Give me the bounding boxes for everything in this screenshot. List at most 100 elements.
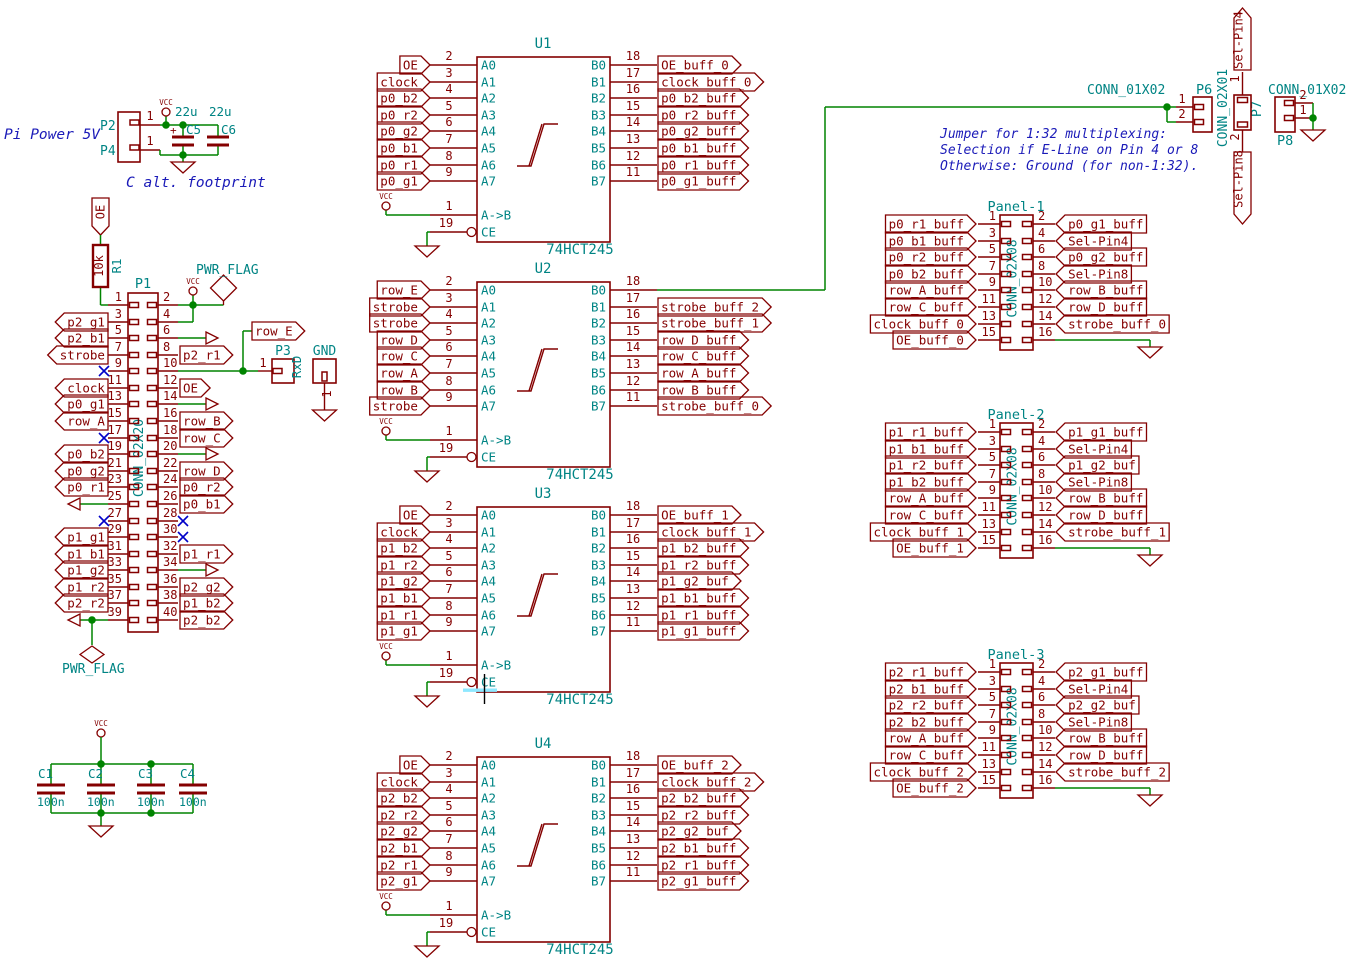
net-label-row_D[interactable]: row_D	[180, 462, 233, 480]
net-label-p1_b2[interactable]: p1_b2	[180, 594, 233, 612]
connector-p3[interactable]: 1P3RxD	[258, 344, 304, 383]
connector-Panel-2[interactable]: Panel-2CONN_02X0813579111315246810121416	[978, 407, 1055, 558]
resistor-r1[interactable]: 10kR1	[92, 245, 124, 287]
net-label-strobe_buff_2[interactable]: strobe_buff_2	[1056, 763, 1169, 781]
vcc-symbol[interactable]: VCC	[379, 642, 393, 660]
net-label-Sel-Pin4-vertical[interactable]: Sel-Pin4	[1232, 8, 1252, 70]
vcc-symbol[interactable]: VCC	[186, 277, 200, 295]
cap-c3[interactable]: C3100n	[137, 766, 165, 809]
net-label-clock_buff_2[interactable]: clock_buff_2	[870, 763, 976, 781]
ic-U1[interactable]: U174HCT2452A03A14A25A36A47A58A69A718B017…	[430, 36, 657, 258]
net-label-row_A_buff[interactable]: row_A_buff	[886, 729, 977, 747]
net-label-clock_buff_0[interactable]: clock_buff_0	[870, 315, 976, 333]
net-label-OE[interactable]: OE	[400, 756, 430, 774]
net-label-clock[interactable]: clock	[377, 73, 430, 91]
net-label-row_A_buff[interactable]: row_A_buff	[886, 281, 977, 299]
net-label-p1_r2_buff[interactable]: p1_r2_buff	[886, 456, 977, 474]
net-label-clock[interactable]: clock	[377, 523, 430, 541]
net-label-row_B_buff[interactable]: row_B_buff	[1056, 729, 1147, 747]
net-label-p0_g2_buff[interactable]: p0_g2_buff	[658, 122, 749, 140]
vcc-symbol[interactable]: VCC	[379, 892, 393, 910]
net-label-p0_g1[interactable]: p0_g1	[377, 172, 430, 190]
ic-U3[interactable]: U374HCT2452A03A14A25A36A47A58A69A718B017…	[430, 486, 657, 708]
net-label-p1_g1[interactable]: p1_g1	[377, 622, 430, 640]
net-label-p2_r1_buff[interactable]: p2_r1_buff	[886, 663, 977, 681]
connector-p7[interactable]: CONN_02X01P712	[1216, 69, 1265, 152]
net-label-p1_g2[interactable]: p1_g2	[377, 572, 430, 590]
net-label-p2_g2_buf[interactable]: p2_g2_buf	[658, 822, 741, 840]
empty-arrow-label[interactable]	[206, 332, 218, 344]
net-label-p0_r2_buff[interactable]: p0_r2_buff	[658, 106, 749, 124]
net-label-p2_g1[interactable]: p2_g1	[55, 313, 108, 331]
net-label-Sel-Pin8[interactable]: Sel-Pin8	[1056, 473, 1131, 491]
net-label-strobe[interactable]: strobe	[48, 346, 108, 364]
wires-decoupling[interactable]	[51, 737, 193, 826]
net-label-clock[interactable]: clock	[377, 773, 430, 791]
net-label-p0_g2[interactable]: p0_g2	[377, 122, 430, 140]
net-label-clock_buff_1[interactable]: clock_buff_1	[870, 523, 976, 541]
wire-Panel-2-gnd[interactable]	[1055, 548, 1150, 555]
net-label-OE[interactable]: OE	[400, 56, 430, 74]
net-label-p0_g1_buff[interactable]: p0_g1_buff	[658, 172, 749, 190]
net-label-row_C_buff[interactable]: row_C_buff	[658, 347, 749, 365]
net-label-p2_b1[interactable]: p2_b1	[55, 329, 108, 347]
empty-arrow-label[interactable]	[68, 498, 80, 510]
net-label-OE_buff_1[interactable]: OE_buff_1	[658, 506, 741, 524]
connector-p1[interactable]: P1CONN_02X201357911131517192123252729313…	[108, 276, 178, 632]
net-label-p1_g1_buff[interactable]: p1_g1_buff	[1056, 423, 1147, 441]
cap-c1[interactable]: C1100n	[37, 766, 65, 809]
net-label-clock_buff_0[interactable]: clock_buff_0	[658, 73, 764, 91]
net-label-p1_r1[interactable]: p1_r1	[180, 545, 233, 563]
net-label-p2_b2_buff[interactable]: p2_b2_buff	[658, 789, 749, 807]
connector-Panel-3[interactable]: Panel-3CONN_02X0813579111315246810121416	[978, 647, 1055, 798]
vcc-symbol[interactable]: VCC	[379, 192, 393, 210]
net-label-OE-vertical[interactable]: OE	[92, 198, 109, 235]
cap-c5[interactable]: +C522u	[170, 104, 201, 145]
cap-c2[interactable]: C2100n	[87, 766, 115, 809]
connector-p8[interactable]: CONN_01X02P821	[1268, 83, 1346, 149]
net-label-p1_g2_buf[interactable]: p1_g2_buf	[658, 572, 741, 590]
net-label-p0_b2_buff[interactable]: p0_b2_buff	[886, 265, 977, 283]
net-label-row_D_buff[interactable]: row_D_buff	[1056, 506, 1147, 524]
empty-arrow-label[interactable]	[206, 398, 218, 410]
wire-p1-vcc[interactable]	[178, 295, 224, 322]
net-label-OE_buff_2[interactable]: OE_buff_2	[893, 779, 976, 797]
wire-Panel-1-gnd[interactable]	[1055, 340, 1150, 347]
net-label-p0_b2[interactable]: p0_b2	[377, 89, 430, 107]
net-label-p0_g1_buff[interactable]: p0_g1_buff	[1056, 215, 1147, 233]
net-label-p1_b2_buff[interactable]: p1_b2_buff	[658, 539, 749, 557]
wires-U3[interactable]	[386, 660, 430, 696]
net-label-strobe[interactable]: strobe	[370, 298, 430, 316]
pwr-flag[interactable]: PWR_FLAG	[196, 263, 259, 301]
net-label-p0_r1[interactable]: p0_r1	[55, 478, 108, 496]
net-label-p0_r2[interactable]: p0_r2	[377, 106, 430, 124]
net-label-p0_b1[interactable]: p0_b1	[377, 139, 430, 157]
net-label-p1_r2[interactable]: p1_r2	[377, 556, 430, 574]
net-label-OE_buff_0[interactable]: OE_buff_0	[658, 56, 741, 74]
net-label-p0_b1_buff[interactable]: p0_b1_buff	[658, 139, 749, 157]
connector-Panel-1[interactable]: Panel-1CONN_02X0813579111315246810121416	[978, 199, 1055, 350]
cap-c4[interactable]: C4100n	[179, 766, 207, 809]
net-label-row_E[interactable]: row_E	[252, 322, 305, 340]
empty-arrow-label[interactable]	[206, 564, 218, 576]
net-label-p0_r2_buff[interactable]: p0_r2_buff	[886, 248, 977, 266]
net-label-row_C[interactable]: row_C	[377, 347, 430, 365]
net-label-p1_g1[interactable]: p1_g1	[55, 528, 108, 546]
net-label-clock_buff_1[interactable]: clock_buff_1	[658, 523, 764, 541]
net-label-p0_b1_buff[interactable]: p0_b1_buff	[886, 232, 977, 250]
net-label-p0_b2[interactable]: p0_b2	[55, 445, 108, 463]
net-label-row_D_buff[interactable]: row_D_buff	[658, 331, 749, 349]
empty-arrow-label[interactable]	[206, 448, 218, 460]
net-label-p0_r1_buff[interactable]: p0_r1_buff	[658, 156, 749, 174]
net-label-p1_r1_buff[interactable]: p1_r1_buff	[658, 606, 749, 624]
net-label-p2_r2_buff[interactable]: p2_r2_buff	[886, 696, 977, 714]
net-label-row_E[interactable]: row_E	[377, 281, 430, 299]
net-label-p0_b2_buff[interactable]: p0_b2_buff	[658, 89, 749, 107]
net-label-row_C_buff[interactable]: row_C_buff	[886, 746, 977, 764]
net-label-Sel-Pin8[interactable]: Sel-Pin8	[1056, 265, 1131, 283]
vcc-symbol[interactable]: VCC	[379, 417, 393, 435]
net-label-strobe[interactable]: strobe	[370, 397, 430, 415]
net-label-p1_r1_buff[interactable]: p1_r1_buff	[886, 423, 977, 441]
net-label-row_C[interactable]: row_C	[180, 429, 233, 447]
wire-Panel-3-gnd[interactable]	[1055, 788, 1150, 795]
